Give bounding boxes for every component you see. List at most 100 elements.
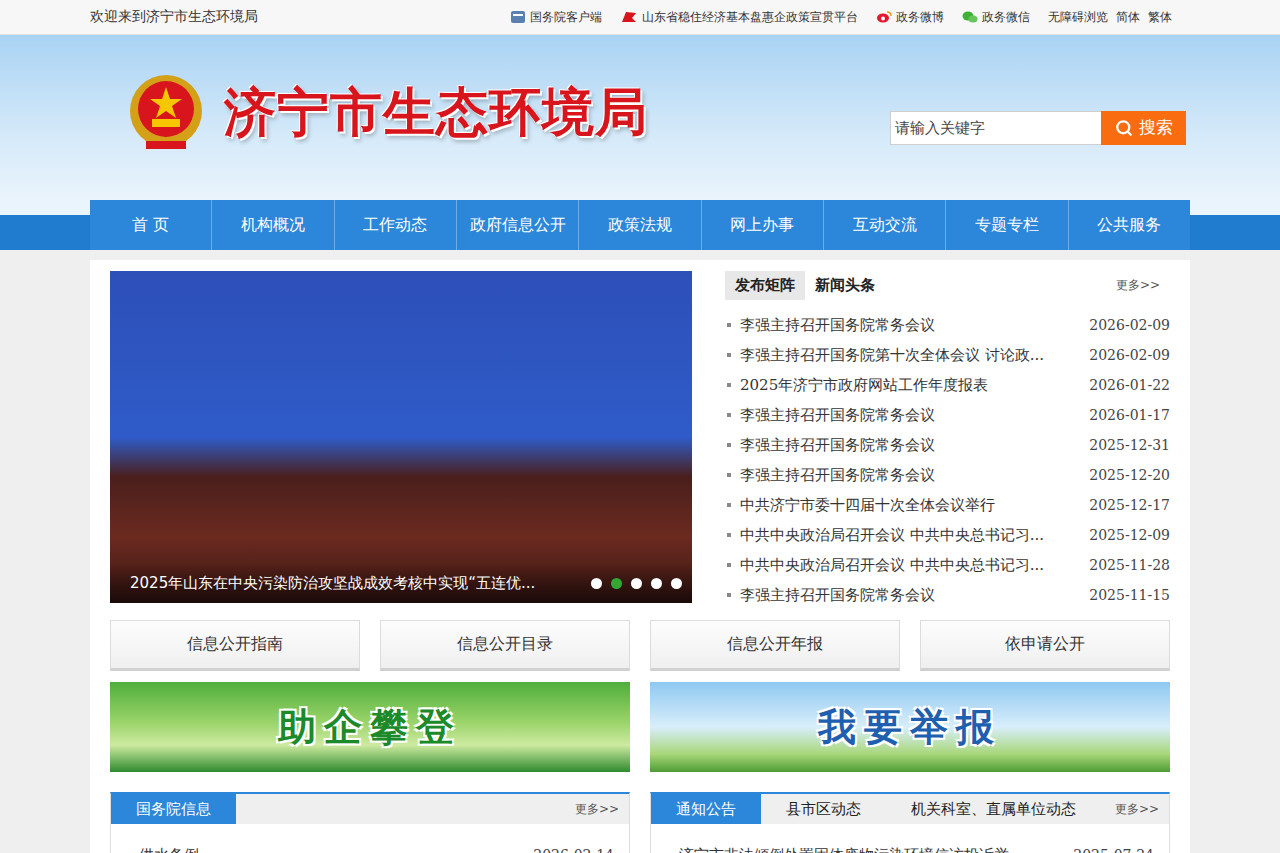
weibo-icon bbox=[876, 10, 892, 24]
news-item: 中共济宁市委十四届十次全体会议举行 2025-12-17 bbox=[725, 490, 1170, 520]
panel-tab[interactable]: 国务院信息 bbox=[111, 794, 236, 824]
news-title[interactable]: 李强主持召开国务院常务会议 bbox=[740, 586, 1081, 605]
news-date: 2025-12-17 bbox=[1089, 497, 1170, 513]
search-icon bbox=[1115, 119, 1133, 137]
banner-row: 助企攀登我要举报 bbox=[110, 682, 1170, 772]
news-item: 李强主持召开国务院常务会议 2025-12-31 bbox=[725, 430, 1170, 460]
news-title[interactable]: 2025年济宁市政府网站工作年度报表 bbox=[740, 376, 1081, 395]
flag-icon bbox=[620, 10, 638, 24]
nav-item[interactable]: 互动交流 bbox=[823, 200, 945, 250]
header: 济宁市生态环境局 搜索 bbox=[0, 35, 1280, 200]
news-item: 李强主持召开国务院常务会议 2026-02-09 bbox=[725, 310, 1170, 340]
slider-dot[interactable] bbox=[611, 578, 622, 589]
news-item: 中共中央政治局召开会议 中共中央总书记习... 2025-12-09 bbox=[725, 520, 1170, 550]
top-bar: 欢迎来到济宁市生态环境局 国务院客户端 山东省稳住经济基本盘惠企政策宣贯平台 政务微博… bbox=[0, 0, 1280, 35]
news-title[interactable]: 李强主持召开国务院常务会议 bbox=[740, 316, 1081, 335]
news-item: 李强主持召开国务院常务会议 2026-01-17 bbox=[725, 400, 1170, 430]
panel-tab[interactable]: 机关科室、直属单位动态 bbox=[886, 794, 1101, 824]
nav-item[interactable]: 专题专栏 bbox=[945, 200, 1067, 250]
news-date: 2025-12-31 bbox=[1089, 437, 1170, 453]
slider-dots bbox=[591, 578, 682, 589]
slider-dot[interactable] bbox=[651, 578, 662, 589]
news-title[interactable]: 中共中央政治局召开会议 中共中央总书记习... bbox=[740, 556, 1081, 575]
top-link[interactable]: 山东省稳住经济基本盘惠企政策宣贯平台 bbox=[620, 9, 858, 26]
slider-dot[interactable] bbox=[671, 578, 682, 589]
more-link[interactable]: 更多>> bbox=[1116, 277, 1170, 294]
banner[interactable]: 我要举报 bbox=[650, 682, 1170, 772]
news-title[interactable]: 中共中央政治局召开会议 中共中央总书记习... bbox=[740, 526, 1081, 545]
nav-item[interactable]: 政策法规 bbox=[578, 200, 700, 250]
news-item: 中共中央政治局召开会议 中共中央总书记习... 2025-11-28 bbox=[725, 550, 1170, 580]
wechat-icon bbox=[962, 10, 978, 24]
tool-link[interactable]: 繁体 bbox=[1148, 9, 1172, 26]
news-date: 2026-02-09 bbox=[1089, 317, 1170, 333]
bullet bbox=[727, 503, 731, 507]
search-button[interactable]: 搜索 bbox=[1101, 111, 1186, 145]
bullet bbox=[727, 533, 731, 537]
news-title[interactable]: 李强主持召开国务院常务会议 bbox=[740, 466, 1081, 485]
nav-item[interactable]: 工作动态 bbox=[334, 200, 456, 250]
bullet bbox=[727, 563, 731, 567]
app-client-icon bbox=[510, 10, 526, 24]
news-title[interactable]: 李强主持召开国务院常务会议 bbox=[740, 436, 1081, 455]
bullet bbox=[727, 443, 731, 447]
tool-links: 无障碍浏览简体繁体 bbox=[1048, 9, 1172, 26]
bullet bbox=[727, 413, 731, 417]
nav-band: 首 页机构概况工作动态政府信息公开政策法规网上办事互动交流专题专栏公共服务 bbox=[0, 200, 1280, 250]
top-link[interactable]: 政务微博 bbox=[876, 9, 944, 26]
photo-slider[interactable]: 2025年山东在中央污染防治攻坚战成效考核中实现“五连优... bbox=[110, 271, 692, 603]
news-date: 2026-01-17 bbox=[1089, 407, 1170, 423]
panel-tab[interactable]: 通知公告 bbox=[651, 794, 761, 824]
tool-link[interactable]: 无障碍浏览 bbox=[1048, 9, 1108, 26]
news-date: 2025-12-20 bbox=[1089, 467, 1170, 483]
news-date: 2025-12-09 bbox=[1089, 527, 1170, 543]
top-links: 国务院客户端 山东省稳住经济基本盘惠企政策宣贯平台 政务微博 政务微信 无障碍浏览简体繁… bbox=[510, 9, 1190, 26]
bullet bbox=[727, 383, 731, 387]
slider-dot[interactable] bbox=[591, 578, 602, 589]
news-title[interactable]: 李强主持召开国务院第十次全体会议 讨论政... bbox=[740, 346, 1081, 365]
news-date: 2025-11-28 bbox=[1089, 557, 1170, 573]
brand: 济宁市生态环境局 bbox=[128, 73, 648, 153]
banner[interactable]: 助企攀登 bbox=[110, 682, 630, 772]
news-title[interactable]: 中共济宁市委十四届十次全体会议举行 bbox=[740, 496, 1081, 515]
bullet bbox=[727, 353, 731, 357]
nav-item[interactable]: 政府信息公开 bbox=[456, 200, 578, 250]
news-date: 2026-02-09 bbox=[1089, 347, 1170, 363]
panel-item: 供水条例 2026-02-14 bbox=[124, 840, 614, 853]
tool-link[interactable]: 简体 bbox=[1116, 9, 1140, 26]
top-link[interactable]: 国务院客户端 bbox=[510, 9, 602, 26]
welcome-text: 欢迎来到济宁市生态环境局 bbox=[90, 8, 258, 26]
news-date: 2025-11-15 bbox=[1089, 587, 1170, 603]
news-tab[interactable]: 新闻头条 bbox=[805, 271, 885, 300]
panel-item-title[interactable]: 济宁市非法倾倒处置固体废物污染环境信访投诉举... bbox=[679, 846, 1065, 853]
nav-item[interactable]: 机构概况 bbox=[211, 200, 333, 250]
news-date: 2026-01-22 bbox=[1089, 377, 1170, 393]
slider-caption[interactable]: 2025年山东在中央污染防治攻坚战成效考核中实现“五连优... bbox=[130, 574, 535, 593]
top-link[interactable]: 政务微信 bbox=[962, 9, 1030, 26]
more-link[interactable]: 更多>> bbox=[1115, 801, 1169, 818]
quick-links: 信息公开指南信息公开目录信息公开年报依申请公开 bbox=[110, 620, 1170, 671]
main-nav: 首 页机构概况工作动态政府信息公开政策法规网上办事互动交流专题专栏公共服务 bbox=[90, 200, 1190, 250]
bullet bbox=[727, 473, 731, 477]
more-link[interactable]: 更多>> bbox=[575, 801, 629, 818]
quick-link-button[interactable]: 信息公开年报 bbox=[650, 620, 900, 671]
search-input[interactable] bbox=[890, 111, 1101, 145]
panel-row: 国务院信息 更多>> 供水条例 2026-02-14 通知公告县市区动态机关科室、直属单… bbox=[110, 792, 1170, 853]
nav-item[interactable]: 公共服务 bbox=[1068, 200, 1190, 250]
news-item: 李强主持召开国务院常务会议 2025-11-15 bbox=[725, 580, 1170, 610]
slider-dot[interactable] bbox=[631, 578, 642, 589]
nav-item[interactable]: 网上办事 bbox=[701, 200, 823, 250]
quick-link-button[interactable]: 信息公开指南 bbox=[110, 620, 360, 671]
news-tab[interactable]: 发布矩阵 bbox=[725, 271, 805, 300]
quick-link-button[interactable]: 依申请公开 bbox=[920, 620, 1170, 671]
panel-item-date: 2026-02-14 bbox=[533, 847, 614, 853]
search-box: 搜索 bbox=[890, 111, 1186, 145]
news-item: 李强主持召开国务院常务会议 2025-12-20 bbox=[725, 460, 1170, 490]
nav-item[interactable]: 首 页 bbox=[90, 200, 211, 250]
quick-link-button[interactable]: 信息公开目录 bbox=[380, 620, 630, 671]
slider-caption-bar: 2025年山东在中央污染防治攻坚战成效考核中实现“五连优... bbox=[110, 563, 692, 603]
panel-tab[interactable]: 县市区动态 bbox=[761, 794, 886, 824]
news-title[interactable]: 李强主持召开国务院常务会议 bbox=[740, 406, 1081, 425]
panel-item-title[interactable]: 供水条例 bbox=[139, 846, 525, 853]
info-panel: 通知公告县市区动态机关科室、直属单位动态更多>> 济宁市非法倾倒处置固体废物污染环… bbox=[650, 792, 1170, 853]
